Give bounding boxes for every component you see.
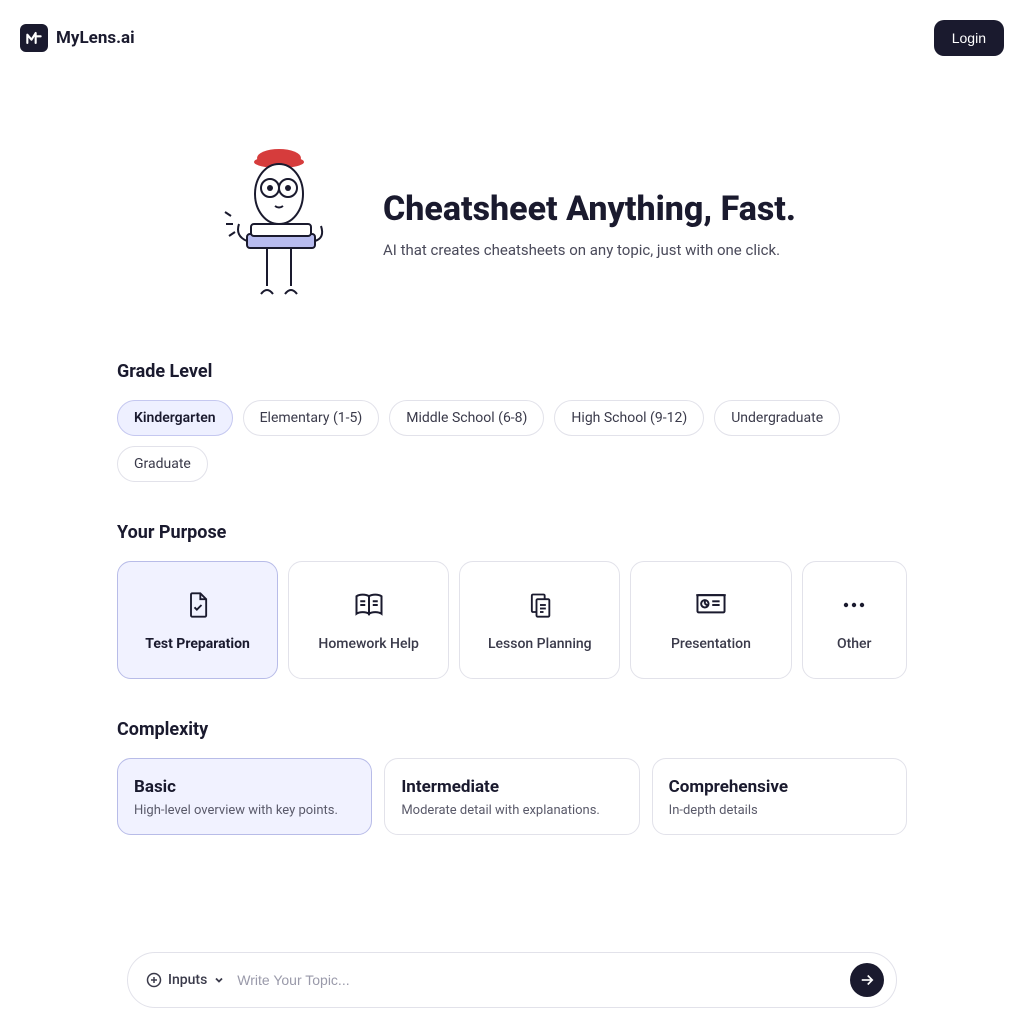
purpose-option-presentation[interactable]: Presentation — [630, 561, 791, 679]
grade-title: Grade Level — [117, 361, 907, 382]
clipboard-icon — [526, 592, 554, 618]
purpose-title: Your Purpose — [117, 522, 907, 543]
purpose-label: Other — [837, 636, 872, 652]
grade-option-elementary[interactable]: Elementary (1-5) — [243, 400, 380, 436]
complexity-card-title: Comprehensive — [669, 777, 890, 797]
grade-option-high[interactable]: High School (9-12) — [554, 400, 704, 436]
hero-title: Cheatsheet Anything, Fast. — [383, 189, 796, 229]
complexity-option-basic[interactable]: Basic High-level overview with key point… — [117, 758, 372, 835]
grade-option-undergraduate[interactable]: Undergraduate — [714, 400, 840, 436]
purpose-option-lesson[interactable]: Lesson Planning — [459, 561, 620, 679]
purpose-option-other[interactable]: Other — [802, 561, 907, 679]
complexity-card-title: Basic — [134, 777, 355, 797]
complexity-card-desc: High-level overview with key points. — [134, 803, 355, 818]
complexity-option-comprehensive[interactable]: Comprehensive In-depth details — [652, 758, 907, 835]
complexity-option-intermediate[interactable]: Intermediate Moderate detail with explan… — [384, 758, 639, 835]
complexity-card-desc: Moderate detail with explanations. — [401, 803, 622, 818]
chevron-down-icon — [213, 974, 225, 986]
grade-option-graduate[interactable]: Graduate — [117, 446, 208, 482]
complexity-card-title: Intermediate — [401, 777, 622, 797]
file-check-icon — [184, 592, 212, 618]
input-bar: Inputs — [127, 952, 897, 1008]
complexity-options: Basic High-level overview with key point… — [117, 758, 907, 835]
topic-input[interactable] — [237, 972, 838, 988]
purpose-label: Homework Help — [318, 636, 419, 652]
purpose-section: Your Purpose Test Preparation — [117, 522, 907, 679]
grade-option-middle[interactable]: Middle School (6-8) — [389, 400, 544, 436]
header: MyLens.ai Login — [0, 0, 1024, 76]
hero: Cheatsheet Anything, Fast. AI that creat… — [117, 146, 907, 301]
submit-button[interactable] — [850, 963, 884, 997]
complexity-card-desc: In-depth details — [669, 803, 890, 818]
hero-illustration-icon — [217, 146, 347, 301]
inputs-dropdown[interactable]: Inputs — [146, 972, 225, 988]
purpose-option-homework[interactable]: Homework Help — [288, 561, 449, 679]
presentation-icon — [695, 592, 727, 618]
hero-subtitle: AI that creates cheatsheets on any topic… — [383, 241, 796, 259]
dots-icon — [842, 592, 866, 618]
logo-text: MyLens.ai — [56, 28, 135, 48]
login-button[interactable]: Login — [934, 20, 1004, 56]
complexity-section: Complexity Basic High-level overview wit… — [117, 719, 907, 835]
book-open-icon — [354, 592, 384, 618]
arrow-right-icon — [858, 971, 876, 989]
purpose-label: Test Preparation — [145, 636, 250, 652]
complexity-title: Complexity — [117, 719, 907, 740]
grade-option-kindergarten[interactable]: Kindergarten — [117, 400, 233, 436]
logo-icon — [20, 24, 48, 52]
hero-text: Cheatsheet Anything, Fast. AI that creat… — [383, 189, 796, 259]
purpose-option-test-prep[interactable]: Test Preparation — [117, 561, 278, 679]
inputs-label: Inputs — [168, 972, 207, 988]
plus-circle-icon — [146, 972, 162, 988]
main-content: Cheatsheet Anything, Fast. AI that creat… — [117, 76, 907, 835]
purpose-label: Presentation — [671, 636, 751, 652]
logo[interactable]: MyLens.ai — [20, 24, 135, 52]
purpose-options: Test Preparation Homework Help — [117, 561, 907, 679]
grade-section: Grade Level Kindergarten Elementary (1-5… — [117, 361, 907, 482]
purpose-label: Lesson Planning — [488, 636, 592, 652]
grade-options: Kindergarten Elementary (1-5) Middle Sch… — [117, 400, 907, 482]
